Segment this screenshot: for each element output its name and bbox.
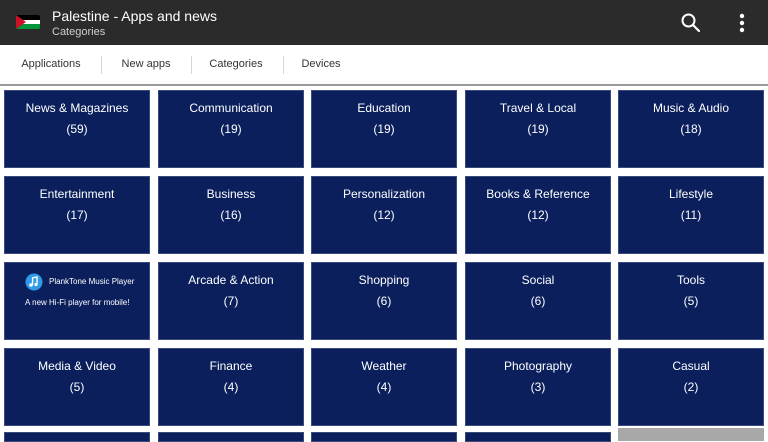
- category-count: (4): [223, 380, 239, 394]
- category-tile-finance[interactable]: Finance (4): [158, 348, 304, 426]
- category-tile-weather[interactable]: Weather (4): [311, 348, 457, 426]
- tab-categories[interactable]: Categories: [196, 45, 276, 84]
- category-tile-travel-local[interactable]: Travel & Local (19): [465, 90, 611, 168]
- category-name: News & Magazines: [25, 101, 129, 115]
- category-tile-lifestyle[interactable]: Lifestyle (11): [618, 176, 764, 254]
- category-tile[interactable]: [618, 428, 764, 441]
- app-subtitle: Categories: [52, 26, 106, 38]
- ad-tile[interactable]: PlankTone Music Player A new Hi-Fi playe…: [4, 262, 150, 340]
- tab-bar: Applications New apps Categories Devices: [0, 45, 768, 86]
- category-tile-casual[interactable]: Casual (2): [618, 348, 764, 426]
- category-count: (12): [373, 208, 395, 222]
- overflow-menu-icon: [739, 13, 745, 33]
- search-icon: [681, 13, 701, 33]
- category-count: (12): [527, 208, 549, 222]
- app-bar: Palestine - Apps and news Categories: [0, 0, 768, 45]
- category-tile-news-magazines[interactable]: News & Magazines (59): [4, 90, 150, 168]
- category-name: Media & Video: [38, 359, 116, 373]
- category-tile-entertainment[interactable]: Entertainment (17): [4, 176, 150, 254]
- tab-divider: [101, 56, 102, 74]
- category-count: (17): [66, 208, 88, 222]
- category-tile-tools[interactable]: Tools (5): [618, 262, 764, 340]
- flag-icon: [16, 15, 40, 29]
- category-name: Social: [521, 273, 555, 287]
- category-name: Weather: [361, 359, 407, 373]
- category-name: Photography: [503, 359, 573, 373]
- category-tile-shopping[interactable]: Shopping (6): [311, 262, 457, 340]
- category-count: (11): [680, 208, 702, 222]
- category-tile-photography[interactable]: Photography (3): [465, 348, 611, 426]
- category-tile-social[interactable]: Social (6): [465, 262, 611, 340]
- category-count: (5): [69, 380, 85, 394]
- category-count: (19): [527, 122, 549, 136]
- category-name: Shopping: [358, 273, 410, 287]
- music-note-icon: [25, 273, 43, 291]
- category-count: (6): [376, 294, 392, 308]
- category-name: Personalization: [342, 187, 426, 201]
- category-count: (6): [530, 294, 546, 308]
- category-tile-arcade-action[interactable]: Arcade & Action (7): [158, 262, 304, 340]
- category-count: (19): [220, 122, 242, 136]
- category-name: Education: [357, 101, 411, 115]
- search-button[interactable]: [678, 10, 704, 36]
- category-name: Communication: [189, 101, 273, 115]
- category-name: Tools: [676, 273, 705, 287]
- category-tile-books-reference[interactable]: Books & Reference (12): [465, 176, 611, 254]
- category-tile-communication[interactable]: Communication (19): [158, 90, 304, 168]
- category-name: Casual: [672, 359, 710, 373]
- category-count: (5): [683, 294, 699, 308]
- tab-applications[interactable]: Applications: [8, 45, 94, 84]
- category-name: Lifestyle: [668, 187, 714, 201]
- category-count: (19): [373, 122, 395, 136]
- category-name: Books & Reference: [486, 187, 590, 201]
- category-count: (2): [683, 380, 699, 394]
- category-name: Entertainment: [39, 187, 115, 201]
- category-count: (7): [223, 294, 239, 308]
- category-tile-music-audio[interactable]: Music & Audio (18): [618, 90, 764, 168]
- category-count: (16): [220, 208, 242, 222]
- category-name: Music & Audio: [652, 101, 730, 115]
- category-count: (18): [680, 122, 702, 136]
- category-count: (4): [376, 380, 392, 394]
- tab-divider: [283, 56, 284, 74]
- category-count: (3): [530, 380, 546, 394]
- category-tile-media-video[interactable]: Media & Video (5): [4, 348, 150, 426]
- category-tile-business[interactable]: Business (16): [158, 176, 304, 254]
- category-name: Finance: [209, 359, 253, 373]
- ad-title: PlankTone Music Player: [49, 277, 135, 286]
- category-name: Arcade & Action: [188, 273, 274, 287]
- category-tile-personalization[interactable]: Personalization (12): [311, 176, 457, 254]
- category-grid: News & Magazines (59) Communication (19)…: [0, 86, 768, 442]
- category-name: Travel & Local: [499, 101, 577, 115]
- tab-new-apps[interactable]: New apps: [106, 45, 186, 84]
- overflow-menu-button[interactable]: [732, 10, 752, 36]
- category-name: Business: [206, 187, 256, 201]
- ad-description: A new Hi-Fi player for mobile!: [25, 298, 130, 307]
- category-count: (59): [66, 122, 88, 136]
- app-title: Palestine - Apps and news: [52, 8, 217, 24]
- tab-divider: [191, 56, 192, 74]
- category-tile-education[interactable]: Education (19): [311, 90, 457, 168]
- tab-devices[interactable]: Devices: [288, 45, 354, 84]
